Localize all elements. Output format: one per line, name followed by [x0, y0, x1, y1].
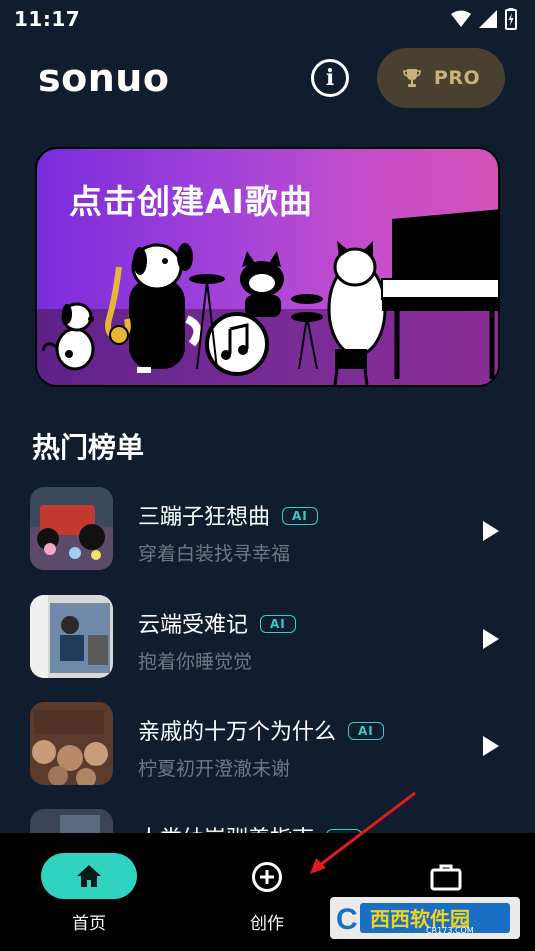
song-title-text: 三蹦子狂想曲 — [138, 505, 271, 530]
play-icon[interactable] — [478, 627, 502, 651]
play-icon[interactable] — [478, 734, 502, 758]
app-header: sonuo i PRO — [0, 46, 535, 110]
create-song-banner[interactable]: 点击创建AI歌曲 — [35, 147, 500, 387]
signal-icon — [479, 10, 497, 28]
app-logo: sonuo — [38, 56, 170, 100]
song-subtitle: 穿着白装找寻幸福 — [138, 543, 291, 565]
trophy-icon — [403, 69, 421, 87]
song-title: 云端受难记 AI — [138, 607, 296, 639]
info-icon: i — [325, 65, 335, 91]
watermark-logo: C 西西软件园 CR173.COM — [330, 897, 520, 939]
sax-dog-figure — [105, 243, 202, 373]
ai-badge: AI — [260, 615, 296, 633]
nav-item-home[interactable]: 首页 — [24, 833, 154, 951]
song-item[interactable]: 三蹦子狂想曲 AI 穿着白装找寻幸福 — [0, 487, 535, 573]
pro-label: PRO — [433, 67, 481, 89]
play-icon[interactable] — [478, 519, 502, 543]
banner-title: 点击创建AI歌曲 — [69, 182, 313, 221]
grand-piano-figure — [381, 209, 498, 379]
song-cover — [30, 595, 113, 678]
status-time: 11:17 — [14, 7, 81, 31]
song-subtitle: 柠夏初开澄澈未谢 — [138, 758, 291, 780]
nav-label-create: 创作 — [250, 914, 284, 934]
small-dog-figure — [41, 302, 95, 371]
battery-charging-icon — [505, 8, 517, 30]
drum-cat-figure — [189, 251, 323, 376]
song-cover — [30, 702, 113, 785]
home-icon — [77, 865, 101, 887]
briefcase-icon — [430, 864, 462, 891]
song-title-text: 云端受难记 — [138, 613, 249, 638]
song-title: 亲戚的十万个为什么 AI — [138, 714, 384, 746]
nav-label-home: 首页 — [72, 914, 106, 934]
song-subtitle: 抱着你睡觉觉 — [138, 651, 253, 673]
watermark-url: CR173.COM — [426, 926, 474, 935]
info-button[interactable]: i — [311, 59, 349, 97]
ai-badge: AI — [282, 507, 318, 525]
svg-text:C: C — [336, 903, 358, 936]
ai-badge: AI — [348, 722, 384, 740]
status-icons — [451, 8, 517, 30]
song-title-text: 亲戚的十万个为什么 — [138, 720, 337, 745]
song-title: 三蹦子狂想曲 AI — [138, 499, 318, 531]
song-item[interactable]: 亲戚的十万个为什么 AI 柠夏初开澄澈未谢 — [0, 702, 535, 788]
song-item[interactable]: 云端受难记 AI 抱着你睡觉觉 — [0, 595, 535, 681]
nav-icon-wrap — [251, 859, 283, 895]
nav-icon-wrap — [430, 859, 462, 895]
section-title-hot-chart: 热门榜单 — [32, 431, 145, 464]
plus-circle-icon — [252, 862, 282, 892]
header-actions: i PRO — [311, 48, 505, 108]
wifi-icon — [451, 10, 471, 27]
song-cover — [30, 487, 113, 570]
nav-active-pill — [41, 853, 137, 899]
status-bar: 11:17 — [0, 0, 535, 38]
piano-dog-figure — [327, 241, 387, 385]
pro-button[interactable]: PRO — [377, 48, 505, 108]
annotation-arrow — [310, 791, 416, 874]
